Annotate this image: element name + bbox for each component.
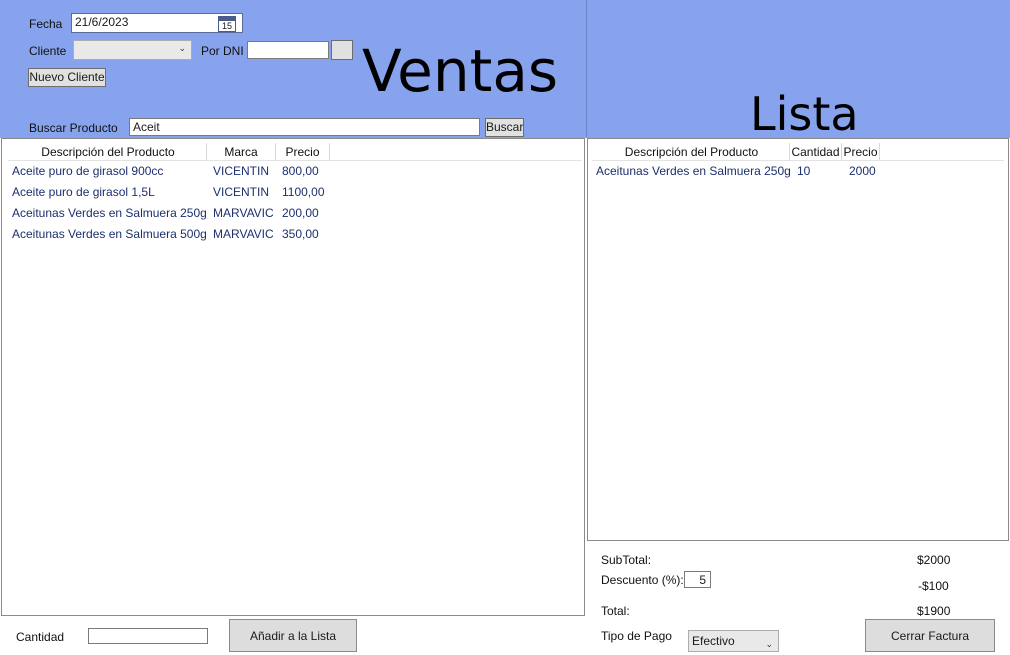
- buscar-producto-input[interactable]: Aceit: [129, 118, 480, 136]
- por-dni-label: Por DNI: [201, 44, 244, 58]
- column-header-descripcion[interactable]: Descripción del Producto: [10, 143, 207, 161]
- tipo-pago-select[interactable]: Efectivo ⌄: [688, 630, 779, 652]
- anadir-a-la-lista-button[interactable]: Añadir a la Lista: [229, 619, 357, 652]
- cerrar-factura-button[interactable]: Cerrar Factura: [865, 619, 995, 652]
- total-label: Total:: [601, 604, 630, 618]
- cell-precio: 800,00: [282, 164, 319, 178]
- cliente-select[interactable]: ⌄: [73, 40, 192, 60]
- products-table-header: Descripción del Producto Marca Precio: [10, 143, 330, 161]
- subtotal-label: SubTotal:: [601, 553, 652, 567]
- calendar-icon[interactable]: 15: [218, 16, 236, 32]
- total-value: $1900: [917, 604, 951, 618]
- table-row[interactable]: Aceite puro de girasol 1,5L VICENTIN 110…: [6, 182, 336, 203]
- cell-marca: MARVAVIC: [213, 206, 274, 220]
- cell-descripcion: Aceitunas Verdes en Salmuera 250g: [596, 164, 791, 178]
- cantidad-label: Cantidad: [16, 630, 65, 644]
- chevron-down-icon: ⌄: [178, 43, 186, 53]
- chevron-down-icon: ⌄: [765, 639, 773, 649]
- column-header-precio[interactable]: Precio: [842, 143, 880, 161]
- nuevo-cliente-button[interactable]: Nuevo Cliente: [28, 68, 106, 87]
- fecha-datepicker[interactable]: 21/6/2023 15: [71, 13, 243, 33]
- descuento-input[interactable]: 5: [684, 571, 711, 588]
- dni-input[interactable]: [247, 41, 329, 59]
- fecha-label: Fecha: [29, 17, 63, 31]
- cell-marca: MARVAVIC: [213, 227, 274, 241]
- table-row[interactable]: Aceite puro de girasol 900cc VICENTIN 80…: [6, 161, 336, 182]
- cell-descripcion: Aceitunas Verdes en Salmuera 500g: [12, 227, 207, 241]
- cell-descripcion: Aceitunas Verdes en Salmuera 250g: [12, 206, 207, 220]
- cell-precio: 200,00: [282, 206, 319, 220]
- table-row[interactable]: Aceitunas Verdes en Salmuera 500g MARVAV…: [6, 224, 336, 245]
- lista-table-header: Descripción del Producto Cantidad Precio: [594, 143, 880, 161]
- cantidad-input[interactable]: [88, 628, 208, 644]
- column-header-precio[interactable]: Precio: [276, 143, 330, 161]
- cell-descripcion: Aceite puro de girasol 900cc: [12, 164, 164, 178]
- lista-title: Lista: [750, 87, 859, 141]
- cell-precio: 2000: [849, 164, 876, 178]
- tipo-pago-label: Tipo de Pago: [601, 629, 672, 643]
- buscar-button[interactable]: Buscar: [485, 118, 524, 137]
- column-header-descripcion[interactable]: Descripción del Producto: [594, 143, 790, 161]
- subtotal-value: $2000: [917, 553, 951, 567]
- cliente-label: Cliente: [29, 44, 67, 58]
- dni-search-button[interactable]: [331, 40, 353, 60]
- tipo-pago-value: Efectivo: [692, 634, 735, 648]
- header-divider: [586, 0, 587, 138]
- table-row[interactable]: Aceitunas Verdes en Salmuera 250g MARVAV…: [6, 203, 336, 224]
- column-header-cantidad[interactable]: Cantidad: [790, 143, 842, 161]
- buscar-producto-label: Buscar Producto: [29, 121, 118, 135]
- cell-precio: 1100,00: [282, 185, 325, 199]
- cell-cantidad: 10: [797, 164, 811, 178]
- descuento-amount: -$100: [918, 579, 949, 593]
- cell-precio: 350,00: [282, 227, 319, 241]
- table-row[interactable]: Aceitunas Verdes en Salmuera 250g 10 200…: [590, 161, 893, 182]
- lista-table[interactable]: Descripción del Producto Cantidad Precio…: [587, 138, 1009, 541]
- products-table[interactable]: Descripción del Producto Marca Precio Ac…: [1, 138, 585, 616]
- cell-marca: VICENTIN: [213, 164, 270, 178]
- descuento-label: Descuento (%):: [601, 573, 684, 587]
- fecha-value: 21/6/2023: [75, 15, 129, 29]
- ventas-title: Ventas: [362, 37, 559, 105]
- cell-descripcion: Aceite puro de girasol 1,5L: [12, 185, 155, 199]
- column-header-marca[interactable]: Marca: [207, 143, 276, 161]
- cell-marca: VICENTIN: [213, 185, 270, 199]
